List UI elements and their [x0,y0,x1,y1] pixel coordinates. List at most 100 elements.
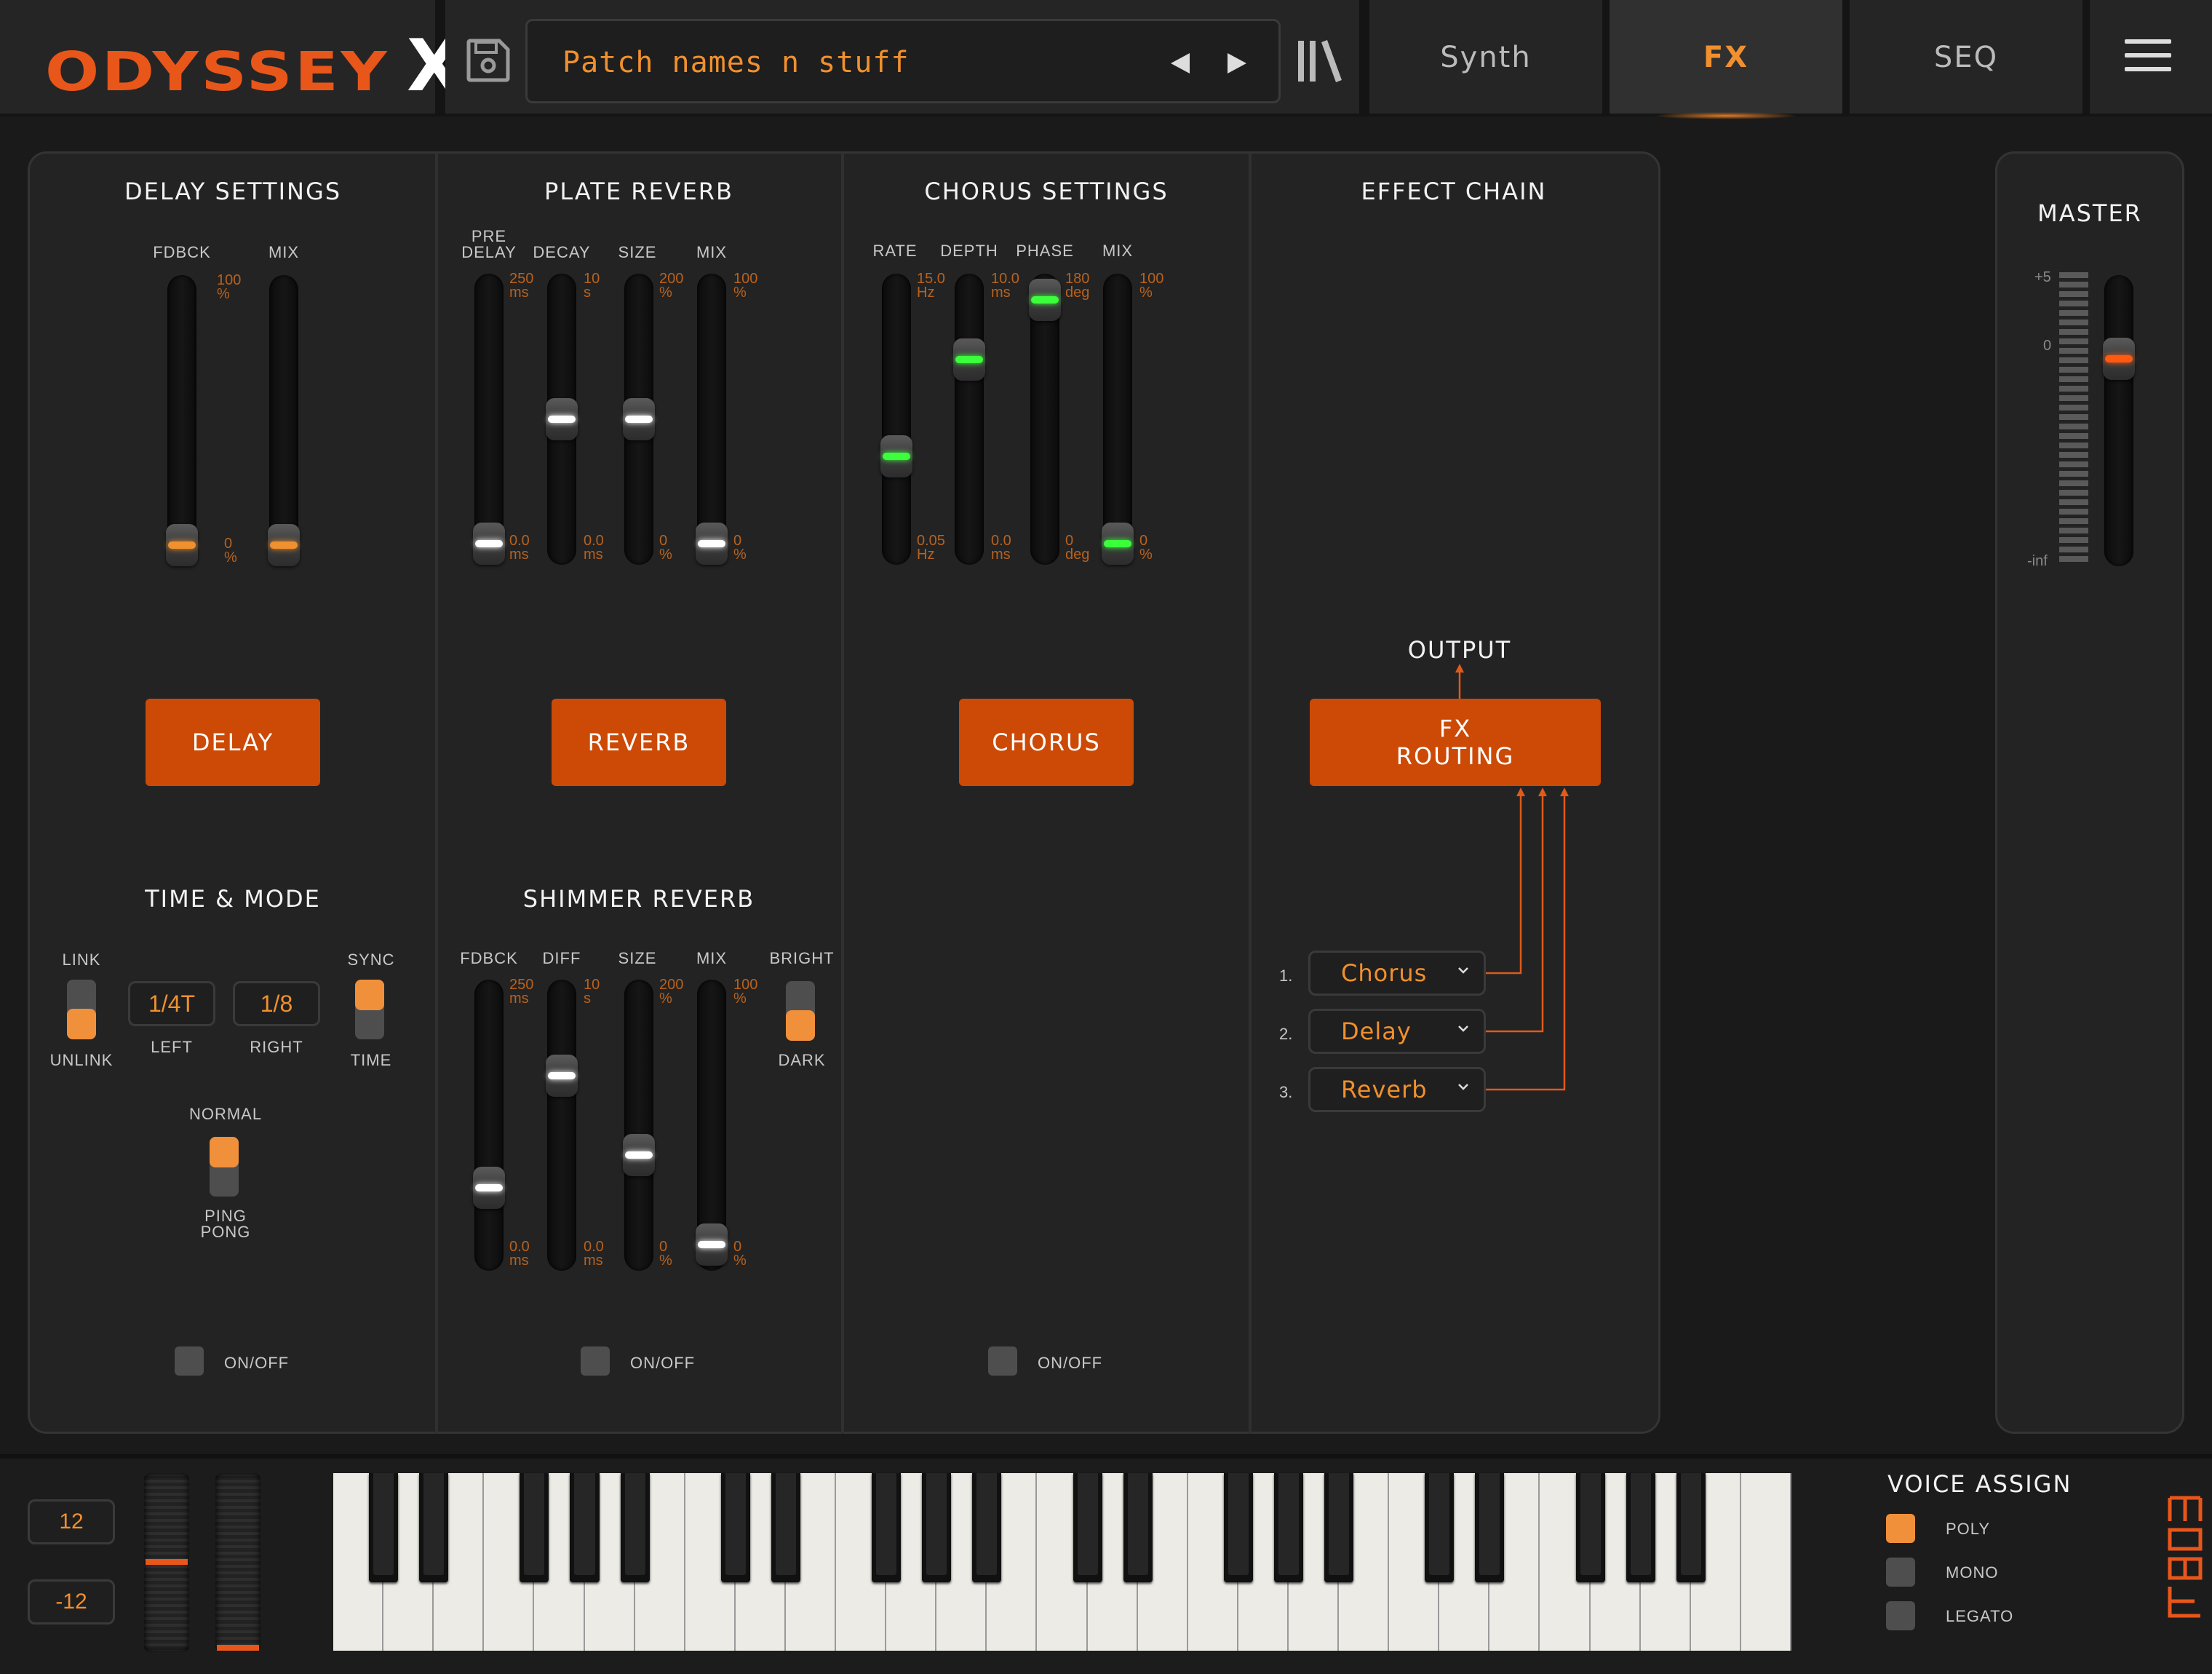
piano-keyboard[interactable] [333,1473,1791,1651]
chorus-onoff-checkbox[interactable] [988,1346,1017,1376]
black-key[interactable] [1475,1473,1505,1582]
meter-segment [2059,443,2088,448]
black-key[interactable] [1273,1473,1303,1582]
effect-slot-1-dropdown[interactable]: Chorus [1308,951,1486,996]
effect-slot-2-dropdown[interactable]: Delay [1308,1009,1486,1054]
range-unit: deg [1065,285,1090,301]
black-key[interactable] [520,1473,549,1582]
range-min-label: 0.0 ms [991,533,1011,562]
delay-button[interactable]: DELAY [146,699,320,786]
black-key[interactable] [1575,1473,1605,1582]
black-key[interactable] [419,1473,449,1582]
slider-handle[interactable] [546,1054,578,1097]
poly-checkbox[interactable] [1886,1514,1915,1543]
effect-slot-3-dropdown[interactable]: Reverb [1308,1067,1486,1112]
slider-handle[interactable] [473,523,505,565]
tab-synth[interactable]: Synth [1369,0,1602,114]
black-key[interactable] [1073,1473,1102,1582]
slider-handle[interactable] [623,1134,655,1177]
slider-handle[interactable] [696,523,728,565]
tab-seq-label: SEQ [1933,41,1999,74]
black-key[interactable] [771,1473,800,1582]
mono-checkbox[interactable] [1886,1558,1915,1587]
black-key[interactable] [922,1473,952,1582]
slider-handle[interactable] [1029,278,1061,321]
plate-decay-slider[interactable] [546,274,578,565]
octave-down-button[interactable]: -12 [28,1579,115,1625]
slider-handle[interactable] [623,398,655,440]
slider-handle[interactable] [880,435,912,478]
fx-routing-button[interactable]: FX ROUTING [1310,699,1601,786]
delay-onoff-checkbox[interactable] [175,1346,204,1376]
next-arrow-icon[interactable] [1223,50,1249,76]
slider-handle[interactable] [1102,523,1134,565]
toggle-thumb [786,1010,815,1041]
black-key[interactable] [1425,1473,1455,1582]
slider-handle[interactable] [953,338,985,381]
mod-wheel[interactable] [215,1473,260,1652]
meter-segment [2059,329,2088,335]
black-key[interactable] [369,1473,399,1582]
black-key[interactable] [1223,1473,1253,1582]
patch-selector[interactable]: Patch names n stuff [525,19,1281,103]
left-time-value[interactable]: 1/4T [128,981,215,1026]
chorus-depth-slider[interactable] [953,274,985,565]
reverb-onoff-checkbox[interactable] [581,1346,610,1376]
link-toggle[interactable] [67,980,96,1039]
shimmer-mix-slider[interactable] [696,980,728,1271]
save-icon[interactable] [466,38,511,83]
black-key[interactable] [972,1473,1002,1582]
bright-dark-toggle[interactable] [786,981,815,1041]
white-key[interactable] [1740,1473,1791,1651]
black-key[interactable] [620,1473,650,1582]
black-key[interactable] [1324,1473,1354,1582]
range-unit: s [584,285,591,301]
chorus-rate-slider[interactable] [880,274,912,565]
chorus-onoff-label: ON/OFF [1038,1354,1103,1372]
library-icon[interactable] [1295,36,1345,86]
wheel-indicator [146,1559,188,1565]
plate-predelay-slider[interactable] [473,274,505,565]
master-volume-slider[interactable] [2103,275,2135,566]
shimmer-diff-slider[interactable] [546,980,578,1271]
chorus-mix-slider[interactable] [1102,274,1134,565]
black-key[interactable] [1123,1473,1153,1582]
chorus-button[interactable]: CHORUS [959,699,1134,786]
slider-handle[interactable] [2103,337,2135,380]
range-unit: % [224,550,237,566]
reverb-button[interactable]: REVERB [552,699,726,786]
delay-mix-slider[interactable] [268,275,300,566]
plate-size-slider[interactable] [623,274,655,565]
plate-mix-slider[interactable] [696,274,728,565]
shimmer-size-slider[interactable] [623,980,655,1271]
wheel-indicator [217,1645,259,1651]
black-key[interactable] [1676,1473,1706,1582]
sync-toggle[interactable] [355,980,384,1039]
ping-pong-toggle[interactable] [210,1137,239,1197]
top-bar: ODYSSEY X Patch names n stuff Synth FX S… [0,0,2212,119]
range-max-label: 200% [659,271,683,300]
right-time-value[interactable]: 1/8 [233,981,320,1026]
black-key[interactable] [1626,1473,1655,1582]
meter-scale-zero: 0 [2043,338,2052,354]
tab-seq[interactable]: SEQ [1850,0,2082,114]
slider-handle[interactable] [473,1166,505,1209]
hamburger-menu-icon[interactable] [2125,39,2171,76]
chorus-phase-slider[interactable] [1029,274,1061,565]
slider-handle[interactable] [546,398,578,440]
shimmer-feedback-slider[interactable] [473,980,505,1271]
range-max-label: 100% [217,273,241,301]
pitch-wheel[interactable] [144,1473,189,1652]
slider-handle[interactable] [166,524,198,566]
octave-up-button[interactable]: 12 [28,1499,115,1544]
slider-handle[interactable] [268,524,300,566]
range-min-label: 0 deg [1065,533,1089,562]
delay-feedback-slider[interactable] [166,275,198,566]
legato-checkbox[interactable] [1886,1601,1915,1630]
black-key[interactable] [872,1473,902,1582]
tab-fx[interactable]: FX [1610,0,1842,119]
slider-handle[interactable] [696,1223,728,1266]
prev-arrow-icon[interactable] [1168,50,1194,76]
black-key[interactable] [570,1473,600,1582]
black-key[interactable] [720,1473,750,1582]
